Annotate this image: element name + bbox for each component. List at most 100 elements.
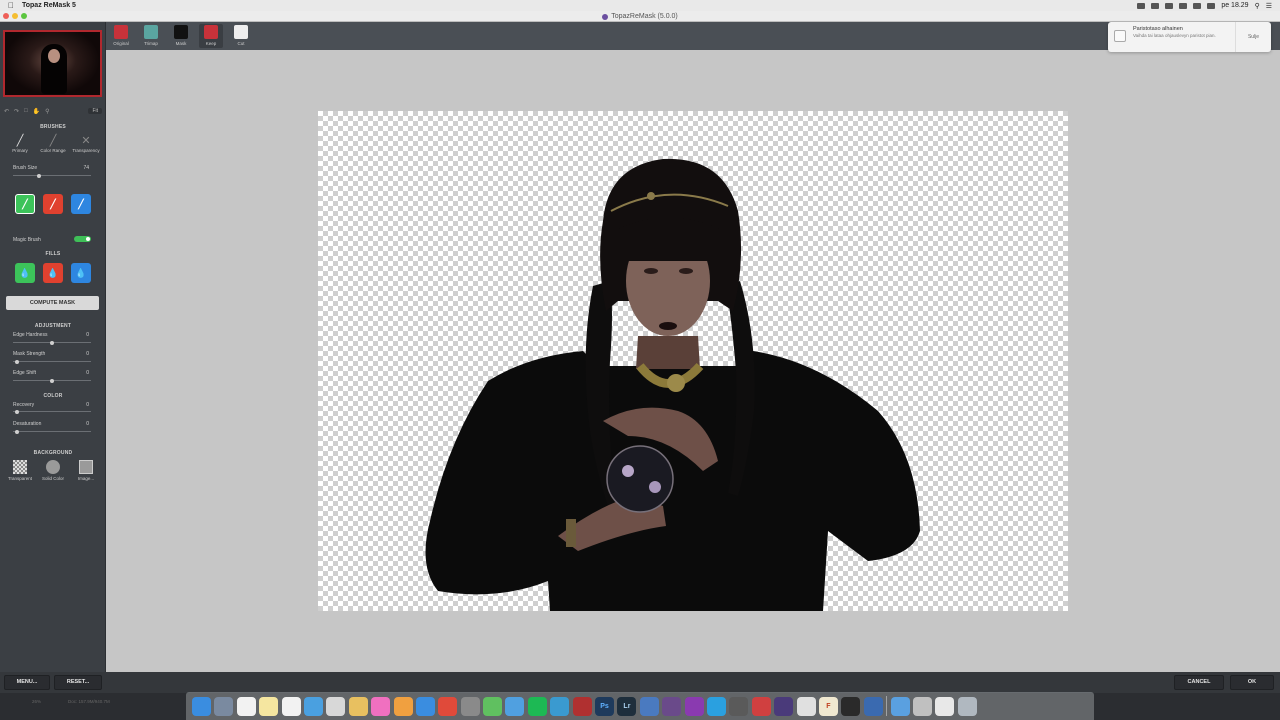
affinity-icon[interactable] bbox=[684, 696, 704, 716]
messages-icon[interactable] bbox=[483, 696, 503, 716]
itunes-icon[interactable] bbox=[371, 696, 391, 716]
keynote-icon[interactable] bbox=[729, 696, 749, 716]
dropbox-icon[interactable] bbox=[1137, 2, 1146, 9]
select-icon[interactable]: □ bbox=[24, 108, 28, 114]
volume-icon[interactable] bbox=[1179, 2, 1188, 9]
skype-icon[interactable] bbox=[706, 696, 726, 716]
lightroom-icon[interactable]: Lr bbox=[617, 696, 637, 716]
zoom-icon[interactable]: ⚲ bbox=[45, 108, 49, 115]
minimize-window-icon[interactable] bbox=[12, 13, 18, 19]
vectornator-icon[interactable] bbox=[774, 696, 794, 716]
bg-transparent-option[interactable]: Transparent bbox=[6, 460, 34, 481]
apple-menu-icon[interactable]:  bbox=[8, 1, 14, 10]
color-range-brush-tool[interactable]: ╱ Color Range bbox=[38, 134, 68, 153]
reset-button[interactable]: RESET... bbox=[54, 675, 102, 690]
safari-icon[interactable] bbox=[303, 696, 323, 716]
quicktime-icon[interactable] bbox=[863, 696, 883, 716]
edge-hardness-slider[interactable] bbox=[13, 340, 91, 345]
notification-close-button[interactable]: Sulje bbox=[1235, 22, 1271, 52]
transparency-brush-tool[interactable]: ✕ Transparency bbox=[71, 134, 101, 153]
appstore-icon[interactable] bbox=[415, 696, 435, 716]
bluetooth-icon[interactable] bbox=[1165, 2, 1174, 9]
compute-fill-button[interactable]: 💧 bbox=[71, 263, 91, 283]
view-trimap-button[interactable]: Trimap bbox=[139, 24, 163, 48]
trash-icon[interactable] bbox=[957, 696, 977, 716]
notes-icon[interactable] bbox=[259, 696, 279, 716]
edge-shift-slider[interactable] bbox=[13, 378, 91, 383]
app-menu-name[interactable]: Topaz ReMask 5 bbox=[22, 2, 76, 9]
photoshop-icon[interactable]: Ps bbox=[595, 696, 615, 716]
magic-brush-toggle[interactable] bbox=[74, 236, 91, 242]
spotlight-icon[interactable]: ⚲ bbox=[1255, 2, 1260, 10]
finder-icon[interactable] bbox=[192, 696, 211, 716]
edge-shift-value[interactable]: 0 bbox=[86, 370, 89, 376]
reminders-icon[interactable] bbox=[281, 696, 301, 716]
gpu-icon[interactable] bbox=[841, 696, 861, 716]
slider-handle[interactable] bbox=[14, 359, 19, 364]
books-icon[interactable] bbox=[393, 696, 413, 716]
close-window-icon[interactable] bbox=[3, 13, 9, 19]
navigator-preview[interactable] bbox=[3, 30, 102, 97]
documents-icon[interactable] bbox=[935, 696, 955, 716]
zoom-fit-select[interactable]: Fit bbox=[88, 108, 102, 114]
system-prefs-icon[interactable] bbox=[460, 696, 480, 716]
launchpad-icon[interactable] bbox=[214, 696, 234, 716]
recovery-value[interactable]: 0 bbox=[86, 402, 89, 408]
ok-button[interactable]: OK bbox=[1230, 675, 1274, 690]
view-mask-button[interactable]: Mask bbox=[169, 24, 193, 48]
photos-icon[interactable] bbox=[348, 696, 368, 716]
vectorize-icon[interactable] bbox=[550, 696, 570, 716]
preview-icon[interactable] bbox=[796, 696, 816, 716]
downloads-icon[interactable] bbox=[912, 696, 932, 716]
pixelmator-icon[interactable] bbox=[751, 696, 771, 716]
compute-brush-button[interactable]: ╱ bbox=[71, 194, 91, 214]
desaturation-value[interactable]: 0 bbox=[86, 421, 89, 427]
recovery-slider[interactable] bbox=[13, 409, 91, 414]
undo-icon[interactable]: ↶ bbox=[4, 108, 9, 115]
battery-notification[interactable]: Paristotaso alhainen Vaihda tai lataa oh… bbox=[1108, 22, 1271, 52]
slider-handle[interactable] bbox=[50, 340, 54, 345]
brush-size-slider[interactable] bbox=[13, 173, 91, 178]
studio-icon[interactable] bbox=[662, 696, 682, 716]
brush-size-value[interactable]: 74 bbox=[83, 165, 89, 171]
hand-icon[interactable]: ✋ bbox=[33, 108, 40, 115]
vpn-icon[interactable] bbox=[505, 696, 525, 716]
zoom-window-icon[interactable] bbox=[21, 13, 27, 19]
view-keep-button[interactable]: Keep bbox=[199, 24, 223, 48]
cancel-button[interactable]: CANCEL bbox=[1174, 675, 1224, 690]
view-original-button[interactable]: Original bbox=[109, 24, 133, 48]
compute-mask-button[interactable]: COMPUTE MASK bbox=[6, 296, 99, 310]
mask-strength-slider[interactable] bbox=[13, 359, 91, 364]
mask-strength-value[interactable]: 0 bbox=[86, 351, 89, 357]
keep-brush-button[interactable]: ╱ bbox=[15, 194, 35, 214]
folder-icon[interactable] bbox=[890, 696, 910, 716]
bg-solid-color-option[interactable]: Solid Color bbox=[39, 460, 67, 481]
cut-brush-button[interactable]: ╱ bbox=[43, 194, 63, 214]
bg-image-option[interactable]: Image... bbox=[72, 460, 100, 481]
sync-icon[interactable] bbox=[639, 696, 659, 716]
wifi-icon[interactable] bbox=[1193, 2, 1202, 9]
sync-icon[interactable] bbox=[1151, 2, 1160, 9]
calendar-icon[interactable] bbox=[236, 696, 256, 716]
battery-icon[interactable] bbox=[1207, 2, 1216, 9]
keep-fill-button[interactable]: 💧 bbox=[15, 263, 35, 283]
menu-button[interactable]: MENU... bbox=[4, 675, 50, 690]
remask-icon[interactable] bbox=[572, 696, 592, 716]
cut-fill-button[interactable]: 💧 bbox=[43, 263, 63, 283]
clock[interactable]: pe 18.29 bbox=[1221, 2, 1248, 9]
edge-hardness-value[interactable]: 0 bbox=[86, 332, 89, 338]
primary-brush-tool[interactable]: ╱ Primary bbox=[5, 134, 35, 153]
mail-icon[interactable] bbox=[326, 696, 346, 716]
desaturation-slider[interactable] bbox=[13, 429, 91, 434]
view-cut-button[interactable]: Cut bbox=[229, 24, 253, 48]
slider-handle[interactable] bbox=[50, 378, 54, 383]
image-canvas[interactable] bbox=[318, 111, 1068, 611]
slider-handle[interactable] bbox=[36, 173, 41, 178]
slider-handle[interactable] bbox=[14, 429, 19, 434]
slider-handle[interactable] bbox=[14, 409, 19, 414]
redo-icon[interactable]: ↷ bbox=[14, 108, 19, 115]
chrome-icon[interactable] bbox=[438, 696, 458, 716]
notification-center-icon[interactable]: ☰ bbox=[1266, 2, 1272, 10]
font-icon[interactable]: F bbox=[818, 696, 838, 716]
spotify-icon[interactable] bbox=[527, 696, 547, 716]
